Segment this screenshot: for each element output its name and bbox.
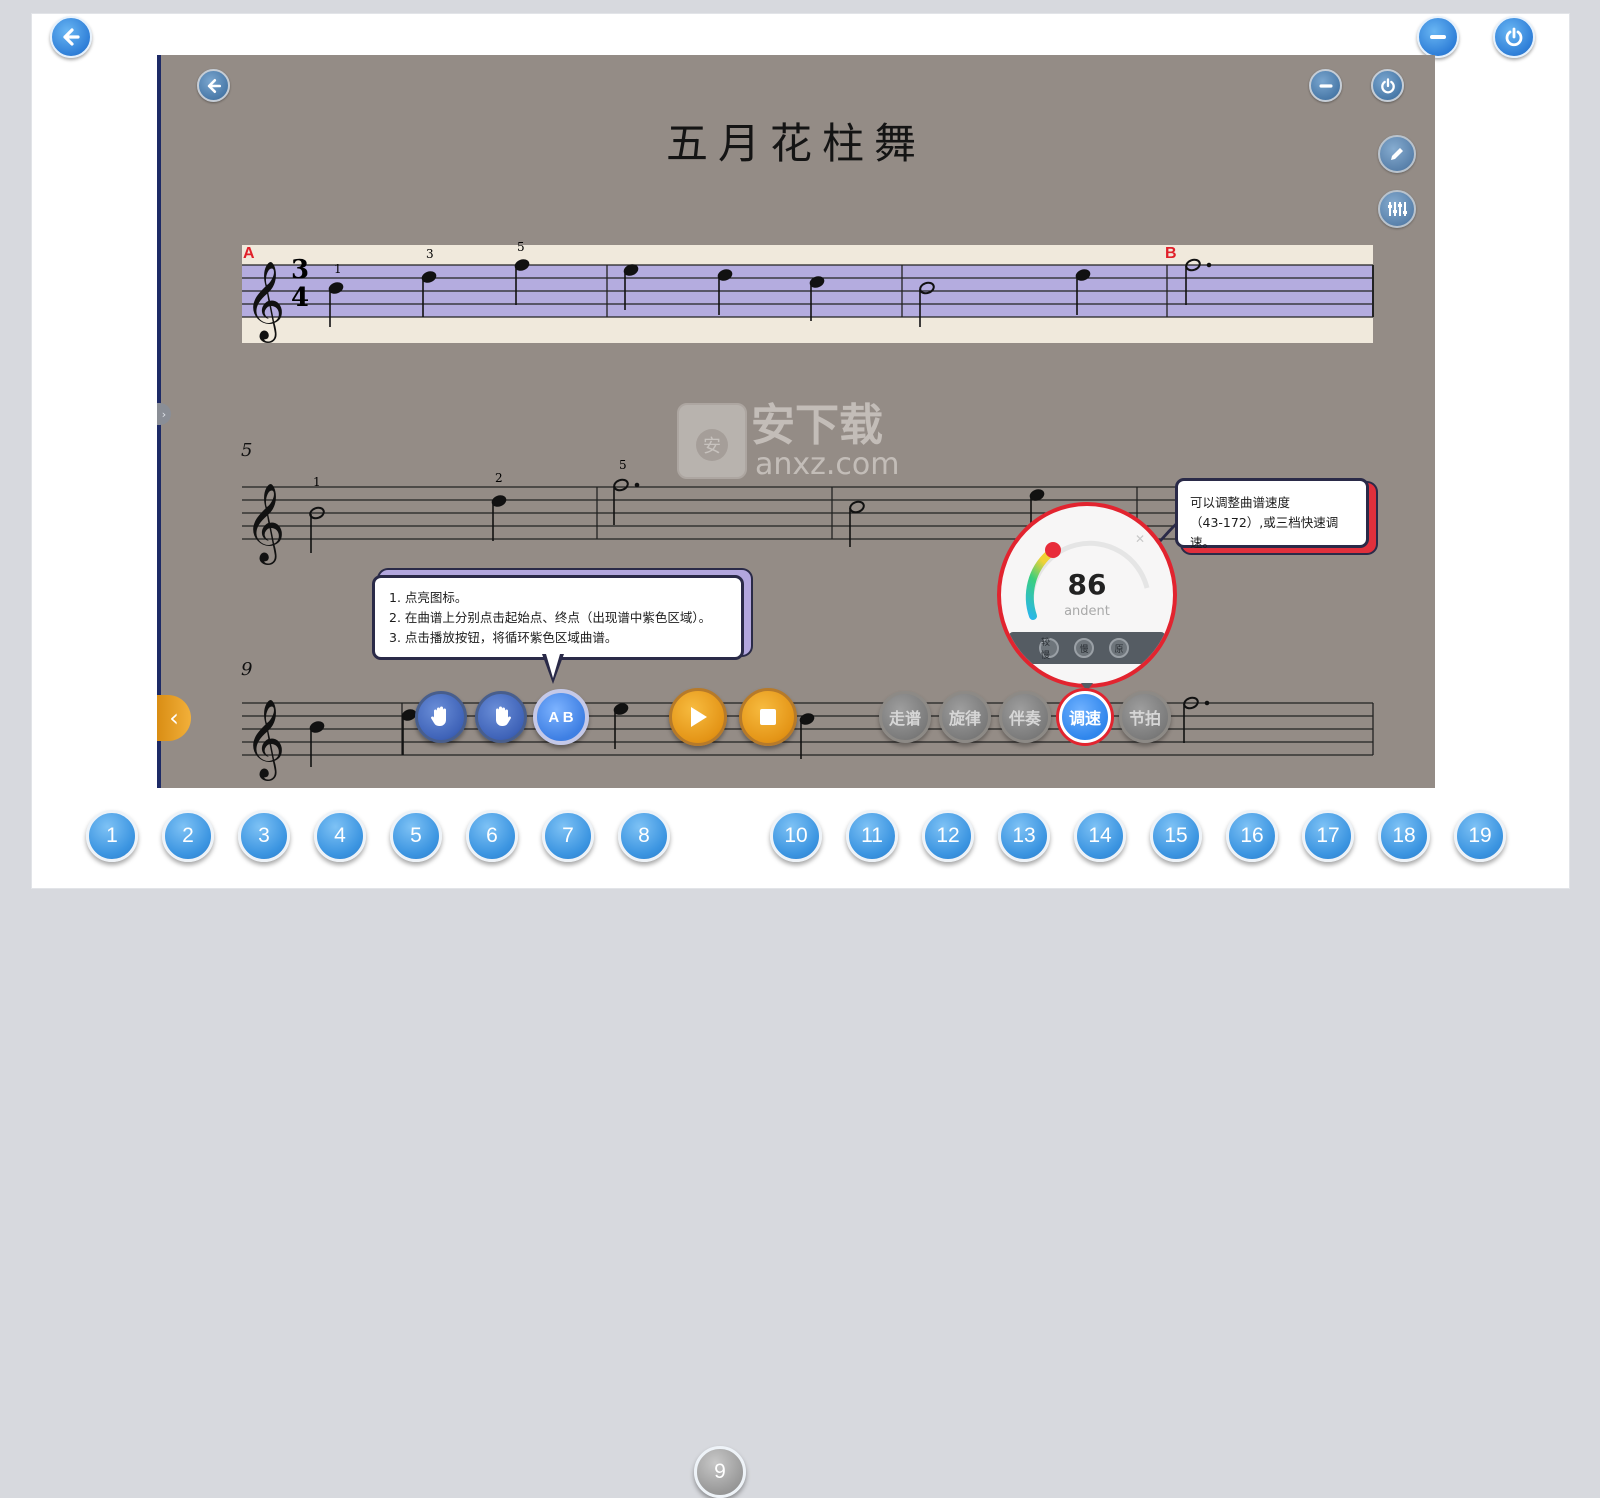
page-button-2[interactable]: 2 <box>162 810 214 862</box>
loop-start-marker: A <box>243 245 255 262</box>
time-signature-top: 3 <box>291 255 310 285</box>
arrow-left-icon <box>63 28 80 46</box>
page-button-3[interactable]: 3 <box>238 810 290 862</box>
bag-icon: 安 <box>677 403 747 479</box>
tip-line: 1. 点亮图标。 <box>389 590 468 605</box>
treble-clef: 𝄞 <box>245 261 285 343</box>
minus-icon <box>1430 35 1446 39</box>
page-button-14[interactable]: 14 <box>1074 810 1126 862</box>
loop-tip-tail-inner <box>546 654 560 678</box>
back-button[interactable] <box>50 16 92 58</box>
measure-number: 9 <box>241 659 253 680</box>
page-button-18[interactable]: 18 <box>1378 810 1430 862</box>
page-button-10[interactable]: 10 <box>770 810 822 862</box>
fingering: 3 <box>426 247 434 261</box>
right-hand-button[interactable] <box>475 691 527 743</box>
tip-line: 2. 在曲谱上分别点击起始点、终点（出现谱中紫色区域）。 <box>389 610 712 625</box>
stop-icon <box>760 709 776 725</box>
page-button-4[interactable]: 4 <box>314 810 366 862</box>
page-button-11[interactable]: 11 <box>846 810 898 862</box>
power-icon <box>1505 27 1523 47</box>
page-navigation: 1 2 3 4 5 6 7 8 9 10 11 12 13 14 15 16 1… <box>0 810 1600 1498</box>
page-button-15[interactable]: 15 <box>1150 810 1202 862</box>
chevron-left-icon: ‹ <box>169 704 179 732</box>
ab-loop-label: A B <box>548 708 574 726</box>
tempo-name: andent <box>1064 604 1110 619</box>
fingering: 5 <box>619 458 627 472</box>
page-button-17[interactable]: 17 <box>1302 810 1354 862</box>
tip-line: 3. 点击播放按钮，将循环紫色区域曲谱。 <box>389 630 618 645</box>
mode-follow-button[interactable]: 走谱 <box>879 691 931 743</box>
stop-button[interactable] <box>739 688 797 746</box>
watermark: 安 安下载 anxz.com <box>677 400 900 482</box>
time-signature-bottom: 4 <box>291 283 310 313</box>
page-button-19[interactable]: 19 <box>1454 810 1506 862</box>
mode-accompaniment-button[interactable]: 伴奏 <box>999 691 1051 743</box>
fingering: 5 <box>517 240 525 254</box>
treble-clef: 𝄞 <box>245 699 285 781</box>
minimize-button[interactable] <box>1417 16 1459 58</box>
mode-speed-button[interactable]: 调速 <box>1059 691 1111 743</box>
tempo-panel-arrow <box>1081 683 1093 691</box>
fingering: 1 <box>334 262 342 276</box>
shield-icon: 安 <box>696 429 728 461</box>
page-button-5[interactable]: 5 <box>390 810 442 862</box>
page-button-16[interactable]: 16 <box>1226 810 1278 862</box>
watermark-text: 安下载 <box>751 400 883 451</box>
close-icon[interactable]: ✕ <box>1135 532 1145 546</box>
ab-loop-button[interactable]: A B <box>533 689 589 745</box>
page-button-8[interactable]: 8 <box>618 810 670 862</box>
play-icon <box>691 707 707 727</box>
mode-melody-button[interactable]: 旋律 <box>939 691 991 743</box>
watermark-subtext: anxz.com <box>755 447 900 482</box>
measure-number: 5 <box>241 440 253 461</box>
right-hand-icon <box>496 706 511 726</box>
mode-metronome-button[interactable]: 节拍 <box>1119 691 1171 743</box>
tempo-value: 86 <box>1067 568 1107 601</box>
left-hand-icon <box>431 706 446 726</box>
loop-end-marker: B <box>1165 245 1177 262</box>
left-hand-button[interactable] <box>415 691 467 743</box>
page-button-1[interactable]: 1 <box>86 810 138 862</box>
page-button-7[interactable]: 7 <box>542 810 594 862</box>
loop-tip-bubble: 1. 点亮图标。 2. 在曲谱上分别点击起始点、终点（出现谱中紫色区域）。 3.… <box>372 575 744 660</box>
tip-line: 可以调整曲谱速度 <box>1190 495 1291 510</box>
page-button-13[interactable]: 13 <box>998 810 1050 862</box>
tempo-preset-original[interactable]: 原 <box>1109 638 1129 658</box>
page-button-9-current[interactable]: 9 <box>694 1446 746 1498</box>
score-view[interactable]: 五月花柱舞 𝄞 𝄞 𝄞 A B 3 4 5 9 1 3 5 1 2 5 › ‹ … <box>157 55 1435 788</box>
tip-line: （43-172）,或三档快速调速。 <box>1190 515 1339 550</box>
tempo-preset-slower[interactable]: 较慢 <box>1039 638 1059 661</box>
play-button[interactable] <box>669 688 727 746</box>
tempo-dial-knob <box>1045 542 1061 558</box>
page-button-12[interactable]: 12 <box>922 810 974 862</box>
power-button[interactable] <box>1493 16 1535 58</box>
fingering: 2 <box>495 471 503 485</box>
tempo-preset-slow[interactable]: 慢 <box>1074 638 1094 658</box>
tempo-panel: ✕ 86 andent 较慢 慢 原 <box>997 502 1177 688</box>
page-button-6[interactable]: 6 <box>466 810 518 862</box>
tempo-tip-bubble: 可以调整曲谱速度 （43-172）,或三档快速调速。 <box>1175 478 1369 550</box>
fingering: 1 <box>313 475 321 489</box>
treble-clef: 𝄞 <box>245 483 285 565</box>
